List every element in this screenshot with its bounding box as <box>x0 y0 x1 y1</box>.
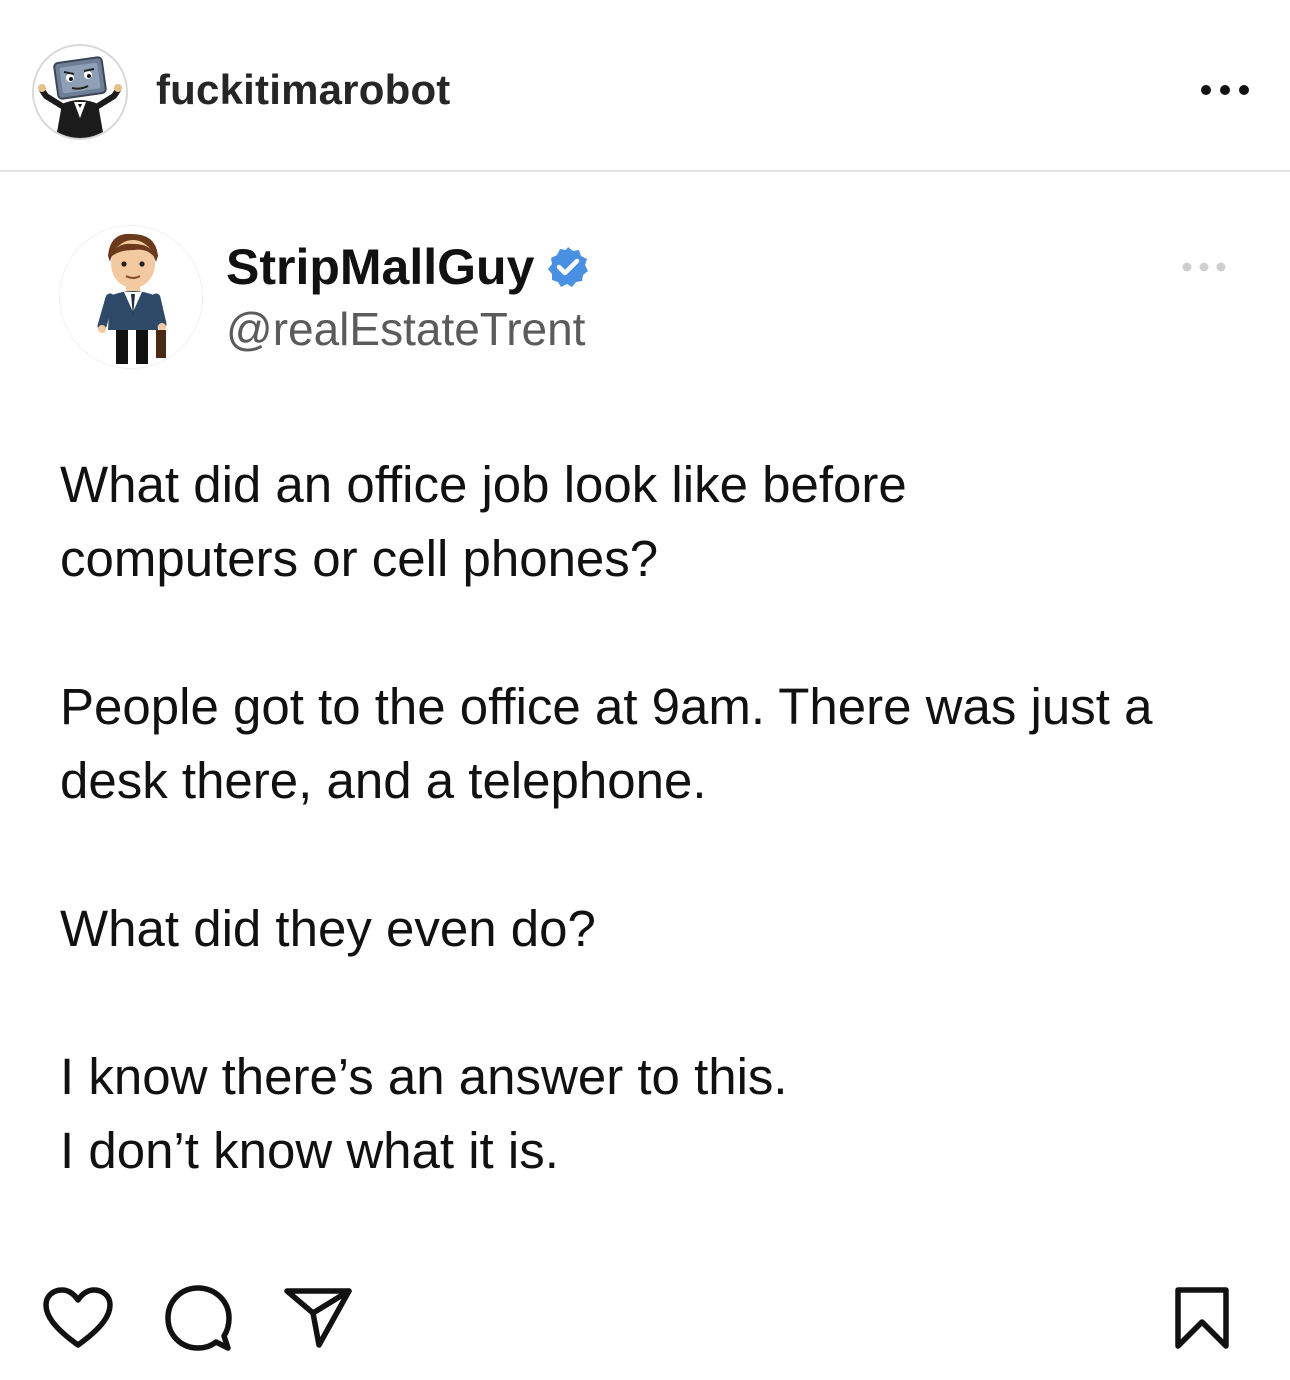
tweet-author-name: StripMallGuy <box>226 238 590 296</box>
tweet-line: What did they even do? <box>60 900 596 957</box>
businessman-avatar-icon <box>60 226 202 368</box>
tweet-paragraph: What did they even do? <box>60 892 1250 966</box>
heart-icon <box>43 1287 113 1348</box>
tweet-line: I don’t know what it is. <box>60 1122 559 1179</box>
tweet-text: What did an office job look like before … <box>60 448 1250 1188</box>
save-button[interactable] <box>1166 1282 1238 1354</box>
display-name: StripMallGuy <box>226 239 535 295</box>
tweet-options <box>1174 252 1234 282</box>
tweet-line: computers or cell phones? <box>60 530 659 587</box>
tweet-paragraph: I know there’s an answer to this. I don’… <box>60 1040 1250 1188</box>
robot-avatar-icon <box>34 46 126 138</box>
comment-button[interactable] <box>162 1282 234 1354</box>
account-avatar[interactable] <box>32 44 128 140</box>
share-button[interactable] <box>282 1282 354 1354</box>
more-horizontal-icon <box>1201 85 1249 95</box>
tweet-author-avatar <box>60 226 202 368</box>
verified-badge-icon <box>548 247 589 287</box>
bookmark-icon <box>1175 1287 1229 1349</box>
account-username[interactable]: fuckitimarobot <box>156 66 450 114</box>
tweet-line: People got to the office at 9am. There w… <box>60 678 1153 735</box>
send-icon <box>284 1288 352 1348</box>
tweet-line: I know there’s an answer to this. <box>60 1048 788 1105</box>
instagram-post: fuckitimarobot StripMallGuy @realEstateT… <box>0 0 1290 1380</box>
comment-icon <box>165 1285 232 1351</box>
tweet-line: desk there, and a telephone. <box>60 752 707 809</box>
post-options-button[interactable] <box>1190 70 1260 110</box>
like-button[interactable] <box>42 1282 114 1354</box>
tweet-line: What did an office job look like before <box>60 456 907 513</box>
tweet-paragraph: What did an office job look like before … <box>60 448 1250 596</box>
tweet-author-handle: @realEstateTrent <box>226 303 586 355</box>
more-horizontal-icon <box>1182 262 1226 272</box>
tweet-paragraph: People got to the office at 9am. There w… <box>60 670 1250 818</box>
post-header: fuckitimarobot <box>0 0 1290 172</box>
